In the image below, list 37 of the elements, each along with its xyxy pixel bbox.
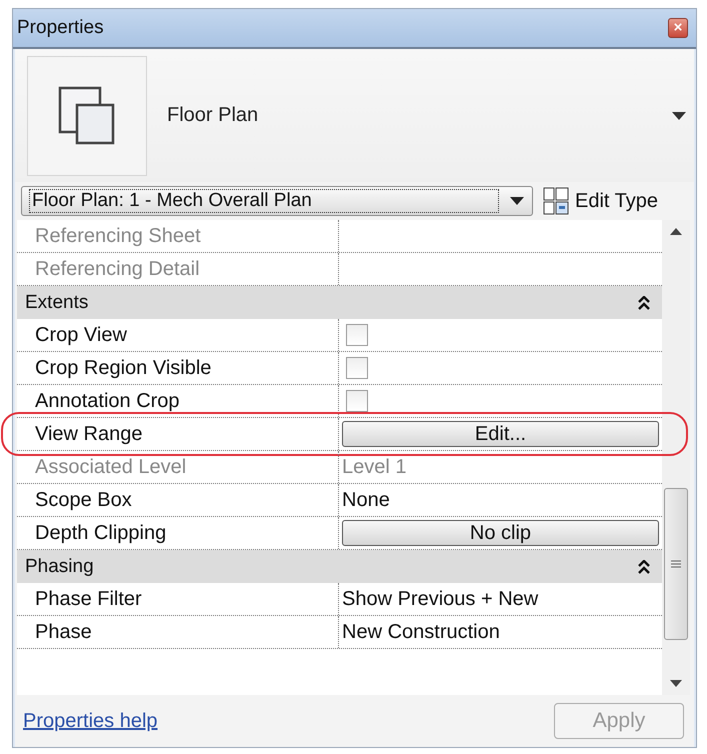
property-value: None: [342, 488, 390, 512]
checkbox[interactable]: [346, 390, 368, 412]
property-button[interactable]: Edit...: [342, 421, 659, 447]
property-label: Phase: [35, 620, 92, 644]
instance-dropdown[interactable]: Floor Plan: 1 - Mech Overall Plan: [21, 186, 533, 216]
scrollbar-thumb[interactable]: [664, 488, 688, 640]
edit-type-button[interactable]: Edit Type: [543, 187, 658, 215]
scroll-up-icon[interactable]: [670, 228, 682, 235]
dropdown-arrow-icon: [510, 197, 524, 205]
property-label: Phase Filter: [35, 588, 142, 610]
group-header[interactable]: Extents: [17, 286, 662, 319]
property-value: New Construction: [342, 620, 500, 644]
type-name: Floor Plan: [167, 104, 260, 127]
dropdown-arrow-icon: [672, 112, 686, 120]
property-label: Referencing Sheet: [35, 224, 201, 248]
property-label: Crop Region Visible: [35, 356, 212, 380]
property-value: Show Previous + New: [342, 588, 538, 610]
property-value: Level 1: [342, 456, 406, 478]
group-label: Phasing: [25, 556, 94, 578]
property-label: Crop View: [35, 324, 127, 346]
checkbox[interactable]: [346, 357, 368, 379]
property-button[interactable]: No clip: [342, 520, 659, 546]
property-label: Annotation Crop: [35, 390, 180, 412]
group-label: Extents: [25, 292, 88, 314]
property-label: Associated Level: [35, 456, 186, 478]
checkbox[interactable]: [346, 324, 368, 346]
help-link[interactable]: Properties help: [23, 710, 158, 732]
scroll-down-icon[interactable]: [670, 680, 682, 687]
window-title: Properties: [17, 17, 104, 39]
property-label: View Range: [35, 422, 142, 446]
property-label: Depth Clipping: [35, 522, 166, 544]
property-label: Referencing Detail: [35, 258, 200, 280]
floor-plan-icon: [57, 84, 117, 146]
edit-type-icon: [543, 187, 569, 215]
property-label: Scope Box: [35, 488, 132, 512]
group-header[interactable]: Phasing: [17, 550, 662, 583]
type-selector[interactable]: Floor Plan: [15, 49, 694, 182]
